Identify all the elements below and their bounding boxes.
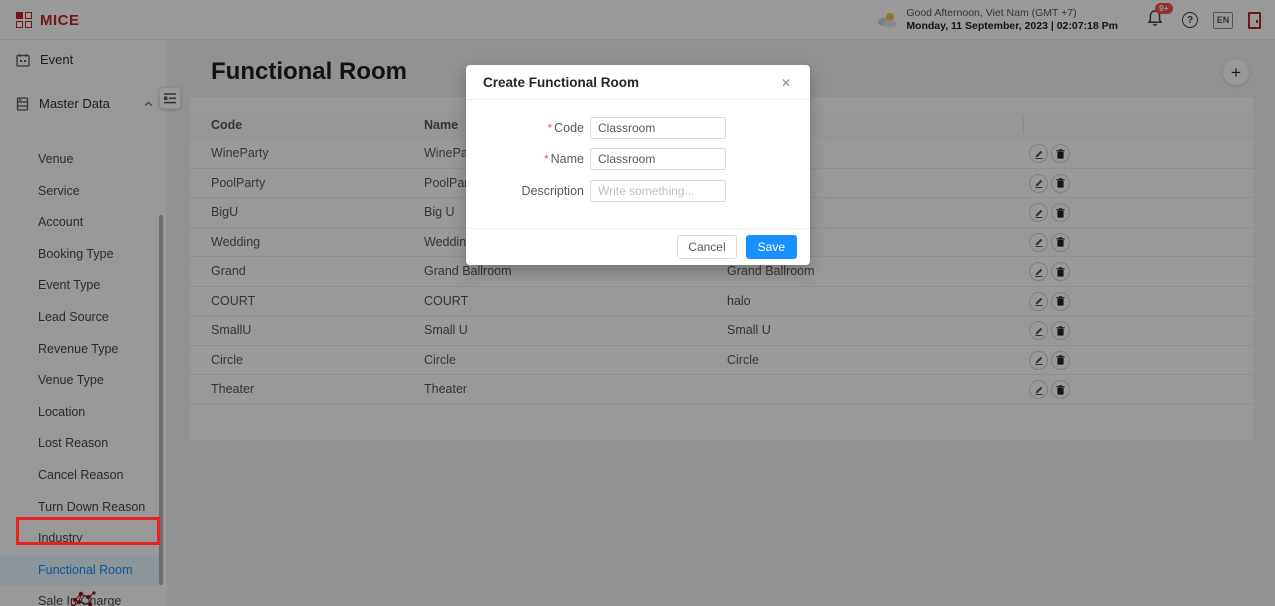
close-button[interactable]: ✕ xyxy=(774,65,798,100)
name-field-label: * Name xyxy=(543,152,584,166)
name-field[interactable] xyxy=(590,148,726,170)
required-marker: * xyxy=(547,121,553,135)
modal-footer: Cancel Save xyxy=(466,228,810,265)
close-icon: ✕ xyxy=(780,75,792,90)
code-field[interactable] xyxy=(590,117,726,139)
cancel-button[interactable]: Cancel xyxy=(677,235,737,259)
save-button[interactable]: Save xyxy=(745,235,797,259)
modal-header: Create Functional Room ✕ xyxy=(466,65,810,100)
annotation-highlight-functional-room xyxy=(16,517,160,545)
required-marker: * xyxy=(543,152,549,166)
description-field-label: Description xyxy=(521,184,584,198)
code-field-label: * Code xyxy=(547,121,584,135)
create-functional-room-dialog: Create Functional Room ✕ *Code *Name Des… xyxy=(466,65,810,265)
description-field[interactable] xyxy=(590,180,726,202)
modal-title: Create Functional Room xyxy=(483,74,640,90)
app-root: MICE Good Afternoon, Viet Nam (GMT +7) M… xyxy=(0,0,1275,606)
